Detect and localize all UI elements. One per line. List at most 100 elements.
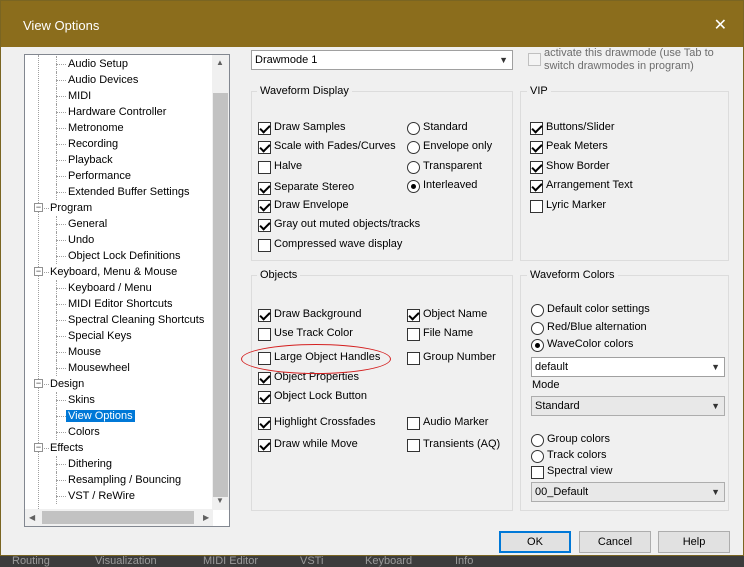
tree-item-keyboard-menu-mouse[interactable]: Keyboard, Menu & Mouse	[48, 264, 179, 280]
object-properties-checkbox[interactable]	[258, 372, 271, 385]
tree-item-metronome[interactable]: Metronome	[66, 120, 126, 136]
close-icon[interactable]: ✕	[714, 15, 727, 35]
tree-item-label: Keyboard / Menu	[68, 282, 152, 294]
transparent-radio[interactable]	[407, 161, 420, 174]
tree-item-spectral-cleaning-shortcuts[interactable]: Spectral Cleaning Shortcuts	[66, 312, 206, 328]
tree-item-playback[interactable]: Playback	[66, 152, 115, 168]
tree-item-dithering[interactable]: Dithering	[66, 456, 114, 472]
tree-item-performance[interactable]: Performance	[66, 168, 133, 184]
background-tab-info: Info	[455, 555, 474, 567]
chevron-down-icon: ▼	[499, 55, 508, 65]
tree-branch-line	[56, 160, 66, 161]
tree-item-effects[interactable]: Effects	[48, 440, 85, 456]
draw-samples-checkbox[interactable]	[258, 122, 271, 135]
tree-item-label: Extended Buffer Settings	[68, 186, 190, 198]
tree-item-object-lock-definitions[interactable]: Object Lock Definitions	[66, 248, 183, 264]
gray-out-muted-objects-tracks-checkbox[interactable]	[258, 219, 271, 232]
scroll-thumb[interactable]	[213, 93, 228, 497]
tree-item-recording[interactable]: Recording	[66, 136, 120, 152]
tree-item-vst-rewire[interactable]: VST / ReWire	[66, 488, 137, 504]
envelope-only-label: Envelope only	[423, 140, 493, 152]
ok-button[interactable]: OK	[499, 531, 571, 553]
tree-item-audio-devices[interactable]: Audio Devices	[66, 72, 140, 88]
transients-aq-checkbox[interactable]	[407, 439, 420, 452]
lyric-marker-checkbox[interactable]	[530, 200, 543, 213]
tree-item-audio-setup[interactable]: Audio Setup	[66, 56, 130, 72]
color-preset-select[interactable]: default ▼	[531, 357, 725, 377]
draw-envelope-checkbox[interactable]	[258, 200, 271, 213]
object-name-checkbox[interactable]	[407, 309, 420, 322]
red-blue-alternation-radio[interactable]	[531, 322, 544, 335]
wavecolor-colors-radio[interactable]	[531, 339, 544, 352]
tree-item-general[interactable]: General	[66, 216, 109, 232]
mode-select[interactable]: Standard ▼	[531, 396, 725, 416]
separate-stereo-label: Separate Stereo	[274, 181, 355, 193]
scroll-up-icon[interactable]: ▲	[216, 58, 224, 67]
help-button[interactable]: Help	[658, 531, 730, 553]
tree-item-mousewheel[interactable]: Mousewheel	[66, 360, 132, 376]
tree-item-label: Colors	[68, 426, 100, 438]
tree-item-view-options[interactable]: View Options	[66, 408, 135, 424]
tree-item-label: Program	[50, 202, 93, 214]
track-colors-radio[interactable]	[531, 450, 544, 463]
activate-drawmode-checkbox[interactable]	[528, 53, 541, 66]
tree-branch-line	[56, 96, 66, 97]
tree-item-label: Spectral Cleaning Shortcuts	[68, 314, 205, 326]
audio-marker-checkbox[interactable]	[407, 417, 420, 430]
scroll-down-icon[interactable]: ▼	[216, 496, 224, 505]
interleaved-radio[interactable]	[407, 180, 420, 193]
standard-radio[interactable]	[407, 122, 420, 135]
tree-item-program[interactable]: Program	[48, 200, 94, 216]
tree-branch-line	[56, 304, 66, 305]
collapse-icon[interactable]: −	[34, 443, 43, 452]
tree-item-extended-buffer-settings[interactable]: Extended Buffer Settings	[66, 184, 192, 200]
show-border-checkbox[interactable]	[530, 161, 543, 174]
drawmode-select[interactable]: Drawmode 1 ▼	[251, 50, 513, 70]
group-number-checkbox[interactable]	[407, 352, 420, 365]
object-lock-button-label: Object Lock Button	[274, 390, 367, 402]
cancel-button[interactable]: Cancel	[579, 531, 651, 553]
tree-item-label: Effects	[50, 442, 84, 454]
object-lock-button-checkbox[interactable]	[258, 391, 271, 404]
tree-branch-line	[56, 464, 66, 465]
use-track-color-checkbox[interactable]	[258, 328, 271, 341]
buttons-slider-checkbox[interactable]	[530, 122, 543, 135]
highlight-crossfades-checkbox[interactable]	[258, 417, 271, 430]
collapse-icon[interactable]: −	[34, 267, 43, 276]
arrangement-text-checkbox[interactable]	[530, 180, 543, 193]
halve-checkbox[interactable]	[258, 161, 271, 174]
tree-vertical-scrollbar[interactable]: ▲ ▼	[212, 55, 229, 510]
group-colors-radio[interactable]	[531, 434, 544, 447]
tree-item-skins[interactable]: Skins	[66, 392, 97, 408]
tree-item-design[interactable]: Design	[48, 376, 86, 392]
default-color-settings-radio[interactable]	[531, 304, 544, 317]
separate-stereo-checkbox[interactable]	[258, 182, 271, 195]
tree-item-hardware-controller[interactable]: Hardware Controller	[66, 104, 168, 120]
tree-item-undo[interactable]: Undo	[66, 232, 96, 248]
spectral-view-checkbox[interactable]	[531, 466, 544, 479]
tree-item-mouse[interactable]: Mouse	[66, 344, 103, 360]
scroll-left-icon[interactable]: ◀	[29, 513, 35, 522]
tree-item-keyboard-menu[interactable]: Keyboard / Menu	[66, 280, 154, 296]
tree-item-colors[interactable]: Colors	[66, 424, 102, 440]
tree-horizontal-scrollbar[interactable]: ◀ ▶	[25, 509, 213, 526]
draw-background-checkbox[interactable]	[258, 309, 271, 322]
file-name-checkbox[interactable]	[407, 328, 420, 341]
peak-meters-checkbox[interactable]	[530, 141, 543, 154]
tree-item-midi-editor-shortcuts[interactable]: MIDI Editor Shortcuts	[66, 296, 175, 312]
track-colors-label: Track colors	[547, 449, 607, 461]
draw-while-move-checkbox[interactable]	[258, 439, 271, 452]
scroll-right-icon[interactable]: ▶	[203, 513, 209, 522]
collapse-icon[interactable]: −	[34, 379, 43, 388]
tree-item-resampling-bouncing[interactable]: Resampling / Bouncing	[66, 472, 183, 488]
settings-tree[interactable]: Audio Setup Audio Devices MIDI Hardware Con…	[24, 54, 230, 527]
tree-item-label: Dithering	[68, 458, 113, 470]
compressed-wave-display-checkbox[interactable]	[258, 239, 271, 252]
envelope-only-radio[interactable]	[407, 141, 420, 154]
collapse-icon[interactable]: −	[34, 203, 43, 212]
h-scroll-thumb[interactable]	[42, 511, 194, 524]
scale-with-fades-curves-checkbox[interactable]	[258, 141, 271, 154]
tree-item-midi[interactable]: MIDI	[66, 88, 93, 104]
tree-item-special-keys[interactable]: Special Keys	[66, 328, 134, 344]
spectral-preset-select[interactable]: 00_Default ▼	[531, 482, 725, 502]
